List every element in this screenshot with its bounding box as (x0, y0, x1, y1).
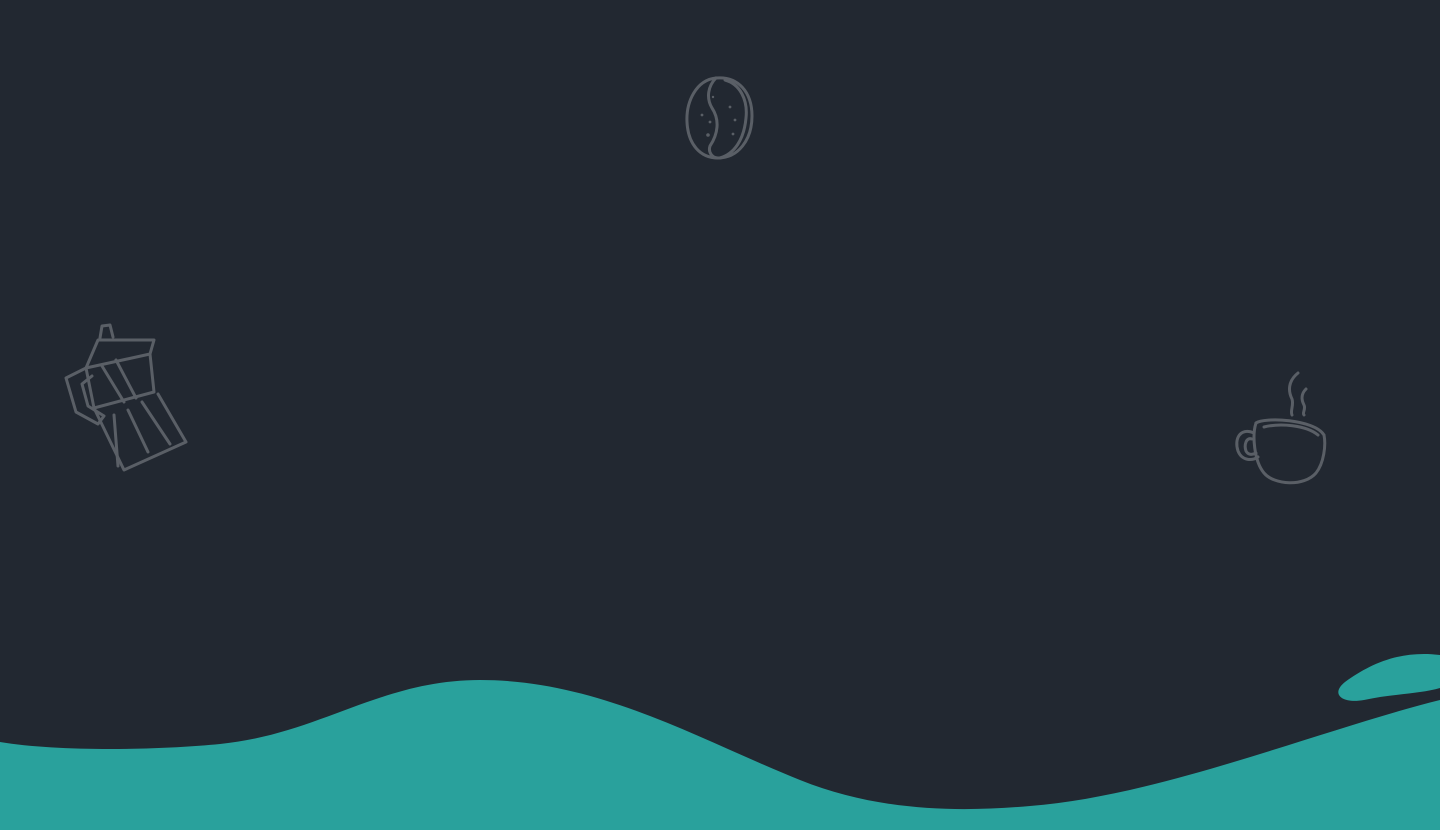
teal-wave (0, 653, 1440, 830)
hero-section (0, 0, 1440, 830)
wave-splash (1338, 653, 1440, 701)
